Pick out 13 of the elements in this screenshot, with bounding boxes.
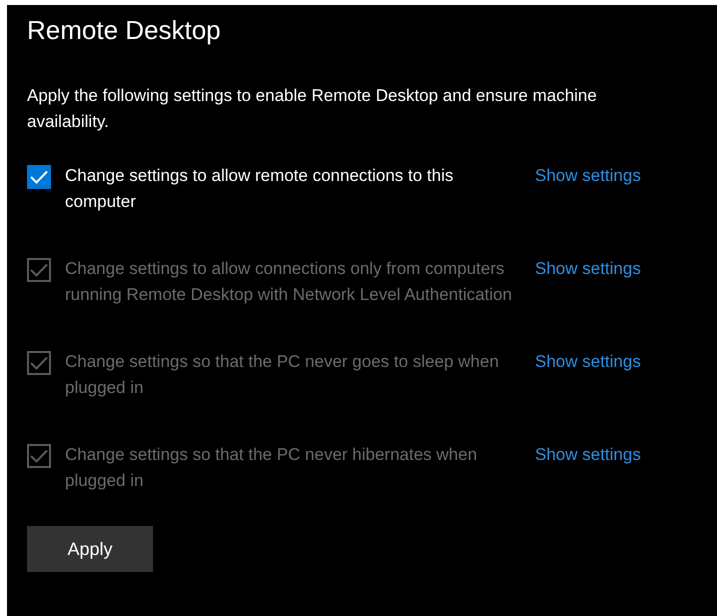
apply-button[interactable]: Apply xyxy=(27,526,153,572)
setting-label: Change settings to allow connections only from computers running Remote Desktop with Network Level Authentication xyxy=(65,258,513,306)
checkmark-icon xyxy=(30,263,48,277)
page-title: Remote Desktop xyxy=(27,14,222,47)
setting-label: Change settings to allow remote connections to this computer xyxy=(65,165,454,213)
checkbox[interactable] xyxy=(27,165,51,189)
setting-label: Change settings so that the PC never goes to sleep when plugged in xyxy=(65,351,500,399)
checkmark-icon xyxy=(30,170,48,184)
checkmark-icon xyxy=(30,449,48,463)
setting-label: Change settings so that the PC never hibernates when plugged in xyxy=(65,444,478,492)
description-text: Apply the following settings to enable Remote Desktop and ensure machine availability. xyxy=(27,85,598,133)
checkmark-icon xyxy=(30,356,48,370)
show-settings-link[interactable]: Show settings xyxy=(535,163,641,189)
